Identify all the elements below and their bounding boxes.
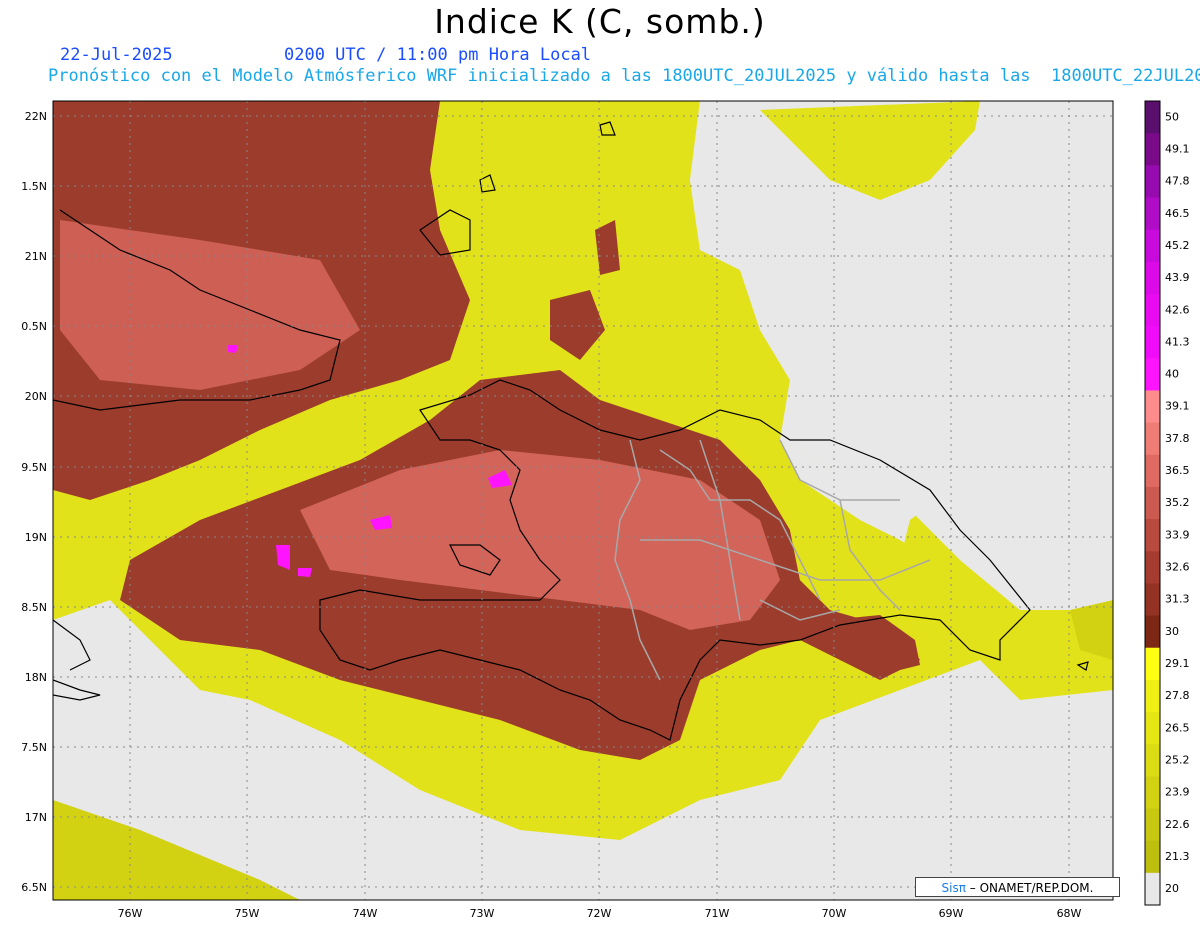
colorbar-swatch [1145,390,1160,424]
lon-label: 74W [353,907,378,920]
colorbar-label: 26.5 [1165,721,1190,734]
lon-label: 68W [1057,907,1082,920]
colorbar-swatch [1145,358,1160,391]
lat-label: 9.5N [21,461,47,474]
sispi-logo: Sisπ [941,881,966,895]
colorbar-swatch [1145,197,1160,231]
lon-label: 73W [470,907,495,920]
colorbar-swatch [1145,454,1160,488]
lat-label: 22N [25,110,47,123]
lat-label: 7.5N [21,741,47,754]
colorbar: 50 49.1 47.8 46.5 45.2 43.9 42.6 41.3 40 39.1 37.8… [1144,100,1190,906]
colorbar-label: 39.1 [1165,400,1190,413]
colorbar-label: 25.2 [1165,753,1190,766]
colorbar-swatch [1145,647,1160,681]
colorbar-label: 40 [1165,368,1179,381]
k-index-map: 22N 1.5N 21N 0.5N 20N 9.5N 19N 8.5N 18N … [21,100,1190,920]
colorbar-label: 20 [1165,882,1179,895]
colorbar-swatch [1145,486,1160,520]
colorbar-label: 50 [1165,110,1179,123]
colorbar-label: 33.9 [1165,528,1190,541]
colorbar-label: 31.3 [1165,593,1190,606]
colorbar-swatch [1145,165,1160,198]
lon-label: 72W [587,907,612,920]
colorbar-swatch [1145,133,1160,166]
lon-label: 69W [939,907,964,920]
colorbar-label: 22.6 [1165,818,1190,831]
colorbar-swatch [1145,422,1160,456]
colorbar-swatch [1145,744,1160,777]
colorbar-swatch [1145,101,1160,134]
lat-label: 1.5N [21,180,47,193]
colorbar-swatch [1145,840,1160,874]
colorbar-swatch [1145,615,1160,649]
colorbar-swatch [1145,872,1160,906]
lon-label: 75W [235,907,260,920]
colorbar-label: 30 [1165,625,1179,638]
credit-dash: – [965,881,976,895]
field-magenta-4 [298,568,312,577]
colorbar-swatch [1145,583,1160,617]
colorbar-label: 49.1 [1165,142,1190,155]
colorbar-label: 46.5 [1165,207,1190,220]
lat-axis: 22N 1.5N 21N 0.5N 20N 9.5N 19N 8.5N 18N … [21,110,47,894]
lat-label: 0.5N [21,320,47,333]
lat-label: 6.5N [21,881,47,894]
colorbar-swatch [1145,551,1160,584]
colorbar-label: 41.3 [1165,335,1190,348]
colorbar-label: 21.3 [1165,850,1190,863]
lon-axis: 76W 75W 74W 73W 72W 71W 70W 69W 68W [118,907,1082,920]
lat-label: 18N [25,671,47,684]
lat-label: 17N [25,811,47,824]
credit-box: Sisπ – ONAMET/REP.DOM. [915,877,1120,897]
colorbar-label: 27.8 [1165,689,1190,702]
colorbar-label: 45.2 [1165,239,1190,252]
colorbar-label: 32.6 [1165,561,1190,574]
credit-text: ONAMET/REP.DOM. [975,881,1094,895]
colorbar-label: 36.5 [1165,464,1190,477]
colorbar-swatch [1145,776,1160,810]
colorbar-swatch [1145,712,1160,745]
lat-label: 8.5N [21,601,47,614]
colorbar-label: 47.8 [1165,175,1190,188]
colorbar-label: 37.8 [1165,432,1190,445]
colorbar-swatch [1145,229,1160,263]
lat-label: 19N [25,531,47,544]
colorbar-swatch [1145,326,1160,359]
colorbar-label: 42.6 [1165,303,1190,316]
colorbar-label: 29.1 [1165,657,1190,670]
colorbar-label: 43.9 [1165,271,1190,284]
lat-label: 21N [25,250,47,263]
lon-label: 70W [822,907,847,920]
colorbar-swatch [1145,679,1160,713]
colorbar-label: 23.9 [1165,786,1190,799]
lon-label: 71W [705,907,730,920]
lon-label: 76W [118,907,143,920]
colorbar-label: 35.2 [1165,496,1190,509]
lat-label: 20N [25,390,47,403]
colorbar-swatch [1145,519,1160,552]
colorbar-swatch [1145,293,1160,327]
colorbar-swatch [1145,808,1160,842]
colorbar-swatch [1145,261,1160,295]
